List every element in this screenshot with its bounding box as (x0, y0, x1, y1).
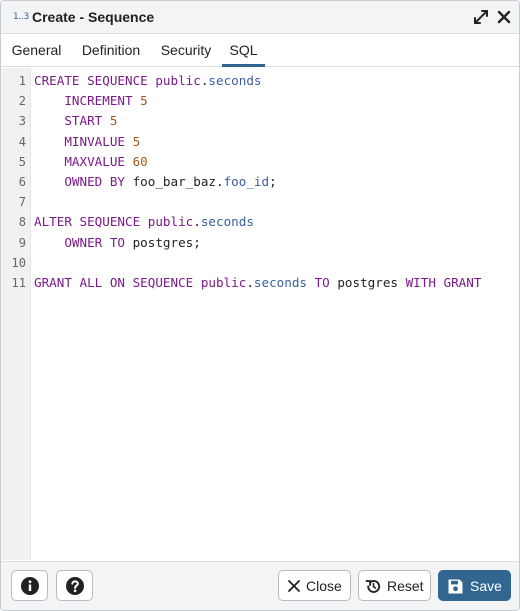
code-token: postgres (337, 275, 406, 290)
code-token: postgres; (132, 234, 201, 250)
close-button-label: Close (306, 578, 342, 594)
tab-sql[interactable]: SQL (222, 34, 265, 67)
line-number: 11 (11, 276, 26, 290)
line-number: 5 (18, 154, 26, 169)
line-number: 4 (18, 134, 26, 149)
code-token: INCREMENT (34, 93, 141, 109)
code-token: seconds (208, 73, 262, 88)
history-icon (365, 580, 381, 593)
info-button[interactable] (11, 570, 48, 601)
create-sequence-dialog: 1..3 Create - Sequence General Definitio… (0, 0, 520, 611)
code-line[interactable]: OWNED BY foo_bar_baz.foo_id; (34, 172, 277, 192)
info-icon (21, 577, 39, 595)
save-icon (448, 579, 463, 594)
line-number: 2 (18, 94, 26, 109)
tab-security[interactable]: Security (154, 34, 218, 67)
code-line[interactable]: GRANT ALL ON SEQUENCE public.seconds TO … (34, 273, 481, 293)
code-token: public (200, 275, 247, 290)
code-token: 5 (140, 93, 148, 109)
code-token: 60 (132, 153, 148, 169)
dialog-footer: Close Reset Save (1, 561, 519, 610)
line-number: 7 (18, 195, 26, 210)
code-token: . (193, 214, 201, 230)
code-token: public (147, 214, 194, 230)
code-line[interactable]: OWNER TO postgres; (34, 233, 201, 253)
close-button[interactable]: Close (278, 570, 351, 601)
code-line[interactable]: MINVALUE 5 (34, 132, 140, 152)
reset-button[interactable]: Reset (358, 570, 431, 601)
line-number: 8 (18, 215, 26, 230)
code-token: public (155, 73, 201, 88)
dialog-title: Create - Sequence (32, 9, 155, 25)
code-line[interactable]: INCREMENT 5 (34, 91, 148, 111)
dialog-titlebar: 1..3 Create - Sequence (1, 1, 519, 34)
help-button[interactable] (56, 570, 93, 601)
expand-icon[interactable] (471, 7, 491, 27)
code-line[interactable]: MAXVALUE 60 (34, 152, 148, 172)
code-token: ; (269, 174, 277, 189)
code-token: WITH GRANT (405, 275, 482, 290)
line-number: 6 (18, 175, 26, 189)
code-token: foo_id (223, 174, 270, 189)
line-number: 9 (18, 235, 26, 250)
help-icon (66, 577, 84, 595)
code-token: 5 (109, 113, 118, 129)
tab-general[interactable]: General (7, 34, 66, 67)
code-token: GRANT ALL ON SEQUENCE (34, 275, 201, 290)
line-number: 3 (18, 114, 26, 129)
tab-definition[interactable]: Definition (73, 34, 149, 67)
code-token: CREATE SEQUENCE (34, 73, 156, 88)
code-token: MAXVALUE (34, 153, 133, 169)
code-line[interactable]: CREATE SEQUENCE public.seconds (34, 71, 262, 91)
code-line[interactable]: START 5 (34, 111, 117, 131)
code-token: ALTER SEQUENCE (34, 214, 148, 230)
code-token: START (34, 113, 110, 129)
close-icon[interactable] (494, 7, 514, 27)
tab-bar: General Definition Security SQL (1, 34, 519, 67)
code-token: . (246, 275, 254, 290)
line-number: 1 (18, 74, 26, 88)
sql-editor[interactable]: 1 2 3 4 5 6 7 8 9 10 11 CREATE SEQUENCE public.sec… (1, 68, 519, 560)
code-token: foo_bar_baz. (132, 174, 224, 189)
code-line[interactable]: ALTER SEQUENCE public.seconds (34, 212, 254, 232)
reset-button-label: Reset (387, 578, 424, 594)
close-x-icon (288, 580, 300, 592)
sequence-icon: 1..3 (13, 12, 29, 22)
code-token: seconds (253, 275, 307, 290)
save-button[interactable]: Save (438, 570, 511, 601)
code-token: OWNER TO (34, 234, 133, 250)
line-number: 10 (11, 255, 26, 270)
code-token: 5 (132, 133, 141, 149)
code-token: seconds (200, 214, 254, 230)
save-button-label: Save (470, 578, 502, 594)
code-token: TO (306, 275, 338, 290)
code-token: OWNED BY (34, 174, 133, 189)
code-token: MINVALUE (34, 133, 133, 149)
line-number-gutter: 1 2 3 4 5 6 7 8 9 10 11 (1, 68, 31, 560)
